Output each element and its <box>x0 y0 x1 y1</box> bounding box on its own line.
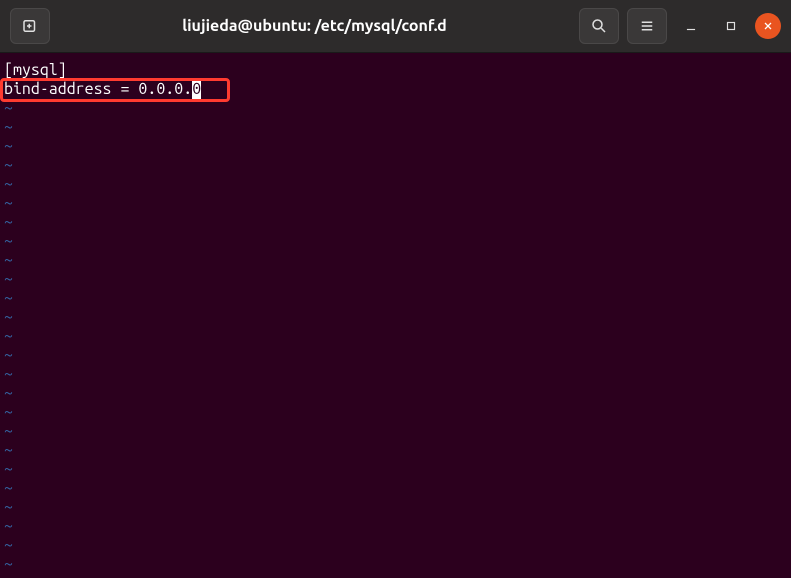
menu-button[interactable] <box>627 8 667 44</box>
close-icon <box>762 20 774 32</box>
tilde-line: ~ <box>4 156 787 175</box>
tilde-line: ~ <box>4 384 787 403</box>
new-tab-button[interactable] <box>10 8 50 44</box>
tilde-line: ~ <box>4 403 787 422</box>
tilde-line: ~ <box>4 536 787 555</box>
tilde-line: ~ <box>4 270 787 289</box>
terminal-window: liujieda@ubuntu: /etc/mysql/conf.d <box>0 0 791 578</box>
titlebar-right <box>579 8 781 44</box>
maximize-icon <box>724 19 738 33</box>
minimize-button[interactable] <box>675 10 707 42</box>
window-title: liujieda@ubuntu: /etc/mysql/conf.d <box>58 17 571 35</box>
tilde-line: ~ <box>4 365 787 384</box>
tilde-line: ~ <box>4 118 787 137</box>
tilde-line: ~ <box>4 232 787 251</box>
tilde-line: ~ <box>4 99 787 118</box>
tilde-line: ~ <box>4 308 787 327</box>
maximize-button[interactable] <box>715 10 747 42</box>
titlebar: liujieda@ubuntu: /etc/mysql/conf.d <box>0 0 791 53</box>
tilde-line: ~ <box>4 175 787 194</box>
minimize-icon <box>684 19 698 33</box>
tilde-line: ~ <box>4 213 787 232</box>
close-button[interactable] <box>755 13 781 39</box>
tilde-line: ~ <box>4 422 787 441</box>
editor-line: [mysql] <box>4 61 787 80</box>
editor-text: bind-address = 0.0.0. <box>4 80 192 98</box>
new-tab-icon <box>21 17 39 35</box>
terminal-body[interactable]: [mysql] bind-address = 0.0.0.0 ~~~~~~~~~… <box>0 53 791 578</box>
hamburger-icon <box>638 17 656 35</box>
tilde-line: ~ <box>4 137 787 156</box>
search-button[interactable] <box>579 8 619 44</box>
editor-line: bind-address = 0.0.0.0 <box>4 80 787 99</box>
tilde-line: ~ <box>4 194 787 213</box>
tilde-line: ~ <box>4 460 787 479</box>
tilde-line: ~ <box>4 555 787 574</box>
tilde-line: ~ <box>4 441 787 460</box>
tilde-line: ~ <box>4 479 787 498</box>
tilde-line: ~ <box>4 517 787 536</box>
tilde-line: ~ <box>4 346 787 365</box>
tilde-line: ~ <box>4 327 787 346</box>
tilde-line: ~ <box>4 251 787 270</box>
search-icon <box>590 17 608 35</box>
cursor: 0 <box>192 80 201 99</box>
tilde-lines: ~~~~~~~~~~~~~~~~~~~~~~~~~ <box>4 99 787 574</box>
tilde-line: ~ <box>4 498 787 517</box>
tilde-line: ~ <box>4 289 787 308</box>
